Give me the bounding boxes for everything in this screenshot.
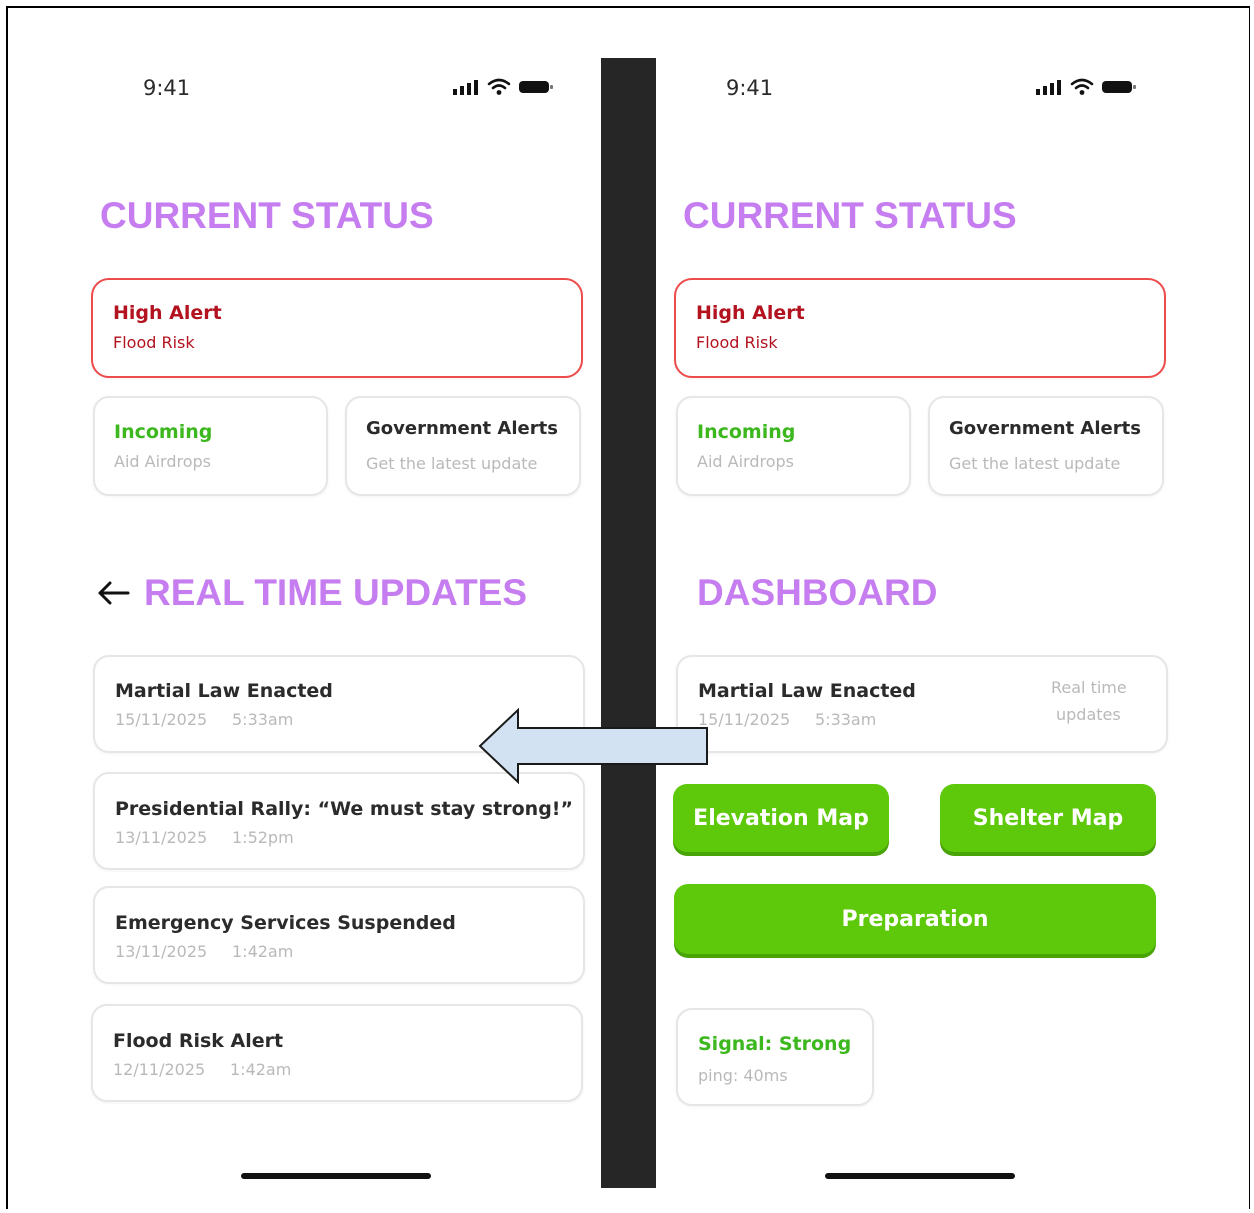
update-title: Martial Law Enacted: [698, 680, 916, 702]
alert-title: High Alert: [696, 302, 805, 324]
update-title: Flood Risk Alert: [113, 1030, 284, 1052]
alert-subtitle: Flood Risk: [113, 333, 195, 352]
status-bar: 9:41: [60, 72, 600, 104]
update-date: 15/11/2025: [115, 710, 208, 729]
home-indicator[interactable]: [241, 1173, 431, 1179]
update-time: 1:42am: [232, 942, 294, 961]
back-arrow-icon[interactable]: [95, 578, 131, 608]
high-alert-card[interactable]: High Alert Flood Risk: [674, 278, 1166, 378]
update-date: 13/11/2025: [115, 828, 208, 847]
update-card[interactable]: Emergency Services Suspended 13/11/2025 …: [93, 886, 585, 984]
update-time: 1:52pm: [232, 828, 294, 847]
update-card[interactable]: Flood Risk Alert 12/11/2025 1:42am: [91, 1004, 583, 1102]
government-alerts-card[interactable]: Government Alerts Get the latest update: [928, 396, 1164, 496]
gov-alerts-subtitle: Get the latest update: [949, 454, 1121, 473]
latest-update-card[interactable]: Martial Law Enacted 15/11/2025 5:33am Re…: [676, 655, 1168, 753]
update-time: 5:33am: [232, 710, 294, 729]
incoming-title: Incoming: [114, 421, 213, 443]
status-bar: 9:41: [643, 72, 1183, 104]
status-time: 9:41: [143, 76, 191, 100]
shelter-map-button[interactable]: Shelter Map: [940, 784, 1156, 852]
dashboard-heading: DASHBOARD: [697, 572, 938, 613]
battery-icon: [1102, 81, 1136, 93]
status-icons: [1035, 78, 1137, 96]
real-time-updates-heading: REAL TIME UPDATES: [144, 572, 528, 613]
gov-alerts-title: Government Alerts: [366, 418, 558, 439]
update-card[interactable]: Presidential Rally: “We must stay strong…: [93, 772, 585, 870]
update-time: 1:42am: [230, 1060, 292, 1079]
phone-screen-updates: 9:41 CURRENT STATUS High Alert Flood Ris…: [60, 58, 600, 1188]
status-time: 9:41: [726, 76, 774, 100]
alert-subtitle: Flood Risk: [696, 333, 778, 352]
incoming-subtitle: Aid Airdrops: [697, 452, 794, 471]
incoming-subtitle: Aid Airdrops: [114, 452, 211, 471]
gov-alerts-subtitle: Get the latest update: [366, 454, 538, 473]
update-date: 15/11/2025: [698, 710, 791, 729]
status-icons: [452, 78, 554, 96]
update-date: 13/11/2025: [115, 942, 208, 961]
signal-bars-icon: [453, 80, 478, 95]
alert-title: High Alert: [113, 302, 222, 324]
incoming-card[interactable]: Incoming Aid Airdrops: [676, 396, 911, 496]
elevation-map-button[interactable]: Elevation Map: [673, 784, 889, 852]
real-time-updates-link-line2[interactable]: updates: [1056, 705, 1121, 724]
gov-alerts-title: Government Alerts: [949, 418, 1141, 439]
signal-card: Signal: Strong ping: 40ms: [676, 1008, 874, 1106]
signal-ping: ping: 40ms: [698, 1066, 788, 1085]
incoming-card[interactable]: Incoming Aid Airdrops: [93, 396, 328, 496]
update-title: Martial Law Enacted: [115, 680, 333, 702]
wifi-icon: [1070, 78, 1094, 95]
current-status-heading: CURRENT STATUS: [100, 195, 434, 236]
signal-bars-icon: [1036, 80, 1061, 95]
incoming-title: Incoming: [697, 421, 796, 443]
government-alerts-card[interactable]: Government Alerts Get the latest update: [345, 396, 581, 496]
update-date: 12/11/2025: [113, 1060, 206, 1079]
home-indicator[interactable]: [825, 1173, 1015, 1179]
phone-screen-dashboard: 9:41 CURRENT STATUS High Alert Flood Ris…: [643, 58, 1183, 1188]
update-time: 5:33am: [815, 710, 877, 729]
transition-arrow-icon: [478, 708, 708, 784]
signal-title: Signal: Strong: [698, 1033, 852, 1055]
current-status-heading: CURRENT STATUS: [683, 195, 1017, 236]
high-alert-card[interactable]: High Alert Flood Risk: [91, 278, 583, 378]
wifi-icon: [487, 78, 511, 95]
update-title: Presidential Rally: “We must stay strong…: [115, 798, 573, 820]
update-title: Emergency Services Suspended: [115, 912, 456, 934]
real-time-updates-link-line1[interactable]: Real time: [1051, 678, 1127, 697]
battery-icon: [519, 81, 553, 93]
preparation-button[interactable]: Preparation: [674, 884, 1156, 954]
